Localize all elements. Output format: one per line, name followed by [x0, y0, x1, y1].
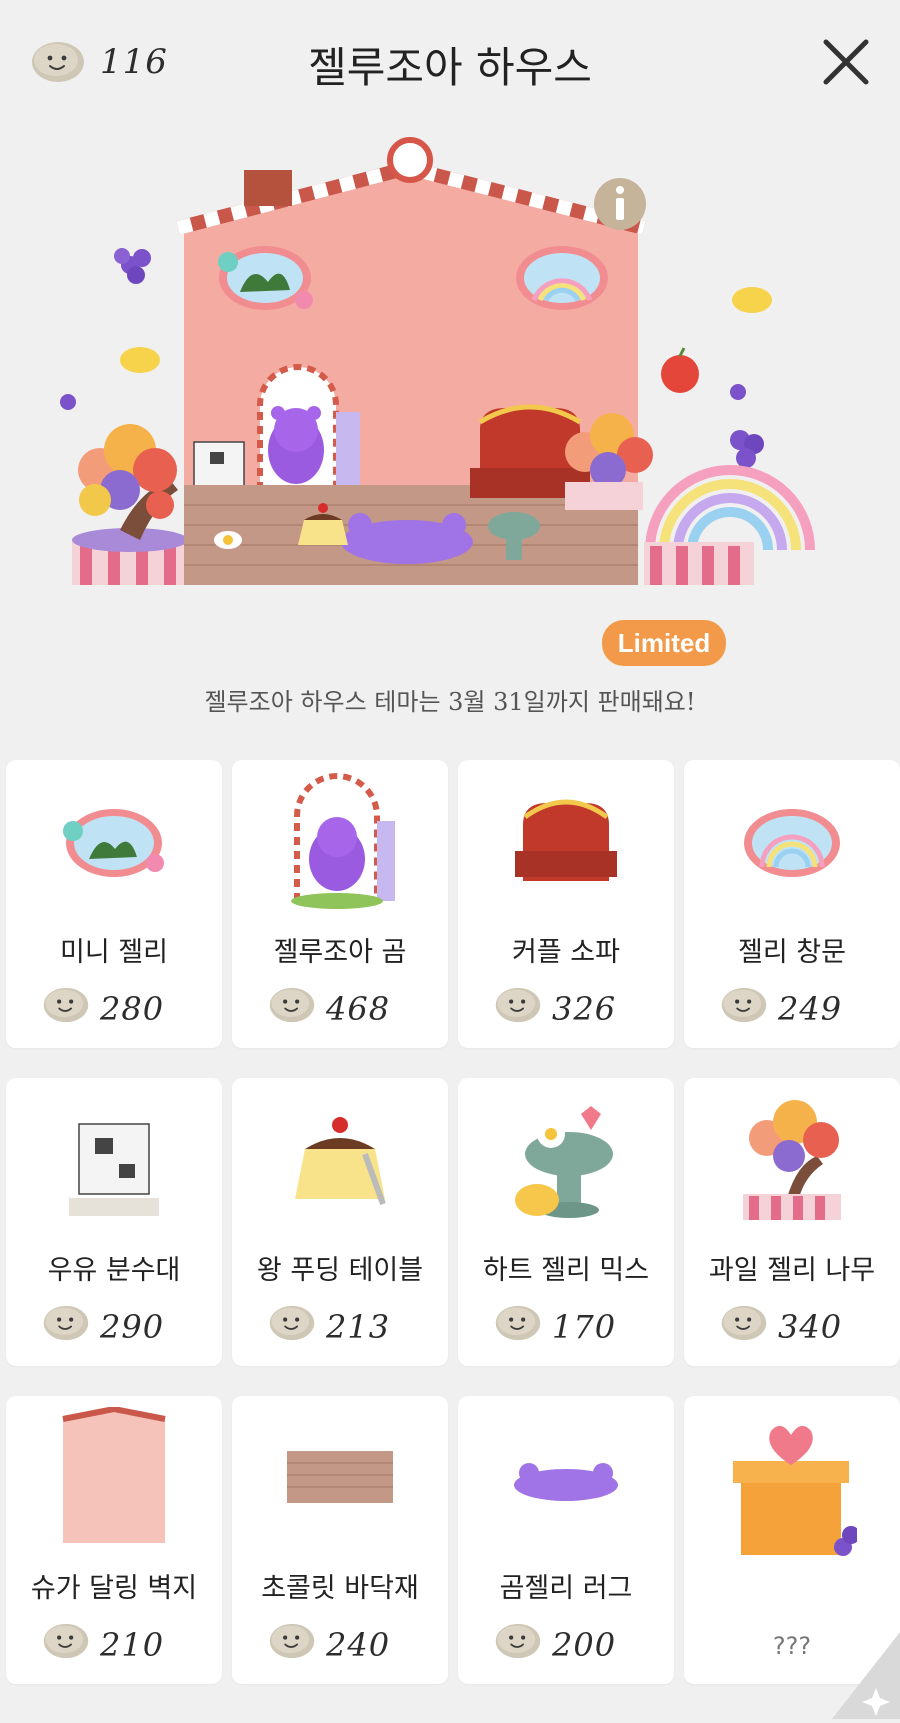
item-card-sugar-darling-wallpaper[interactable]: 슈가 달링 벽지 210: [6, 1396, 222, 1684]
jelly-coin-icon: [494, 1304, 550, 1348]
price-value: 326: [552, 990, 617, 1028]
price-value: 210: [100, 1626, 165, 1664]
jelly-coin-icon: [42, 1622, 98, 1666]
price-value: 200: [552, 1626, 617, 1664]
item-name: 하트 젤리 믹스: [482, 1255, 650, 1286]
header: 116 젤루조아 하우스: [0, 0, 900, 120]
item-name: 초콜릿 바닥재: [261, 1573, 419, 1604]
price-value: 280: [100, 990, 165, 1028]
item-card-heart-jelly-mix[interactable]: 하트 젤리 믹스 170: [458, 1078, 674, 1366]
right-window-illustration: [516, 246, 608, 310]
jelly-bear-door-icon: [232, 766, 448, 916]
item-name: 슈가 달링 벽지: [30, 1573, 198, 1604]
item-card-couple-sofa[interactable]: 커플 소파 326: [458, 760, 674, 1048]
item-name: 곰젤리 러그: [499, 1573, 633, 1604]
close-icon: [823, 39, 869, 85]
item-card-mini-jelly[interactable]: 미니 젤리 280: [6, 760, 222, 1048]
item-card-pudding-table[interactable]: 왕 푸딩 테이블 213: [232, 1078, 448, 1366]
rainbow-illustration: [645, 465, 815, 551]
price-value: 240: [326, 1626, 391, 1664]
item-name: 젤루조아 곰: [273, 937, 407, 968]
item-name: 젤리 창문: [738, 937, 846, 968]
price-value: 249: [778, 990, 843, 1028]
jelly-coin-icon: [720, 986, 776, 1030]
price-value: 290: [100, 1308, 165, 1346]
limited-badge: Limited: [602, 620, 726, 666]
sugar-darling-wallpaper-icon: [6, 1402, 222, 1552]
jelly-coin-icon: [494, 1622, 550, 1666]
jelly-coin-icon: [268, 1304, 324, 1348]
jelly-coin-icon: [42, 1304, 98, 1348]
jelly-coin-icon: [720, 1304, 776, 1348]
close-button[interactable]: [818, 34, 874, 90]
item-card-milk-fountain[interactable]: 우유 분수대 290: [6, 1078, 222, 1366]
fruit-jelly-tree-icon: [684, 1084, 900, 1234]
bear-jelly-rug-icon: [458, 1402, 674, 1552]
item-card-bear-jelly-rug[interactable]: 곰젤리 러그 200: [458, 1396, 674, 1684]
item-name: 우유 분수대: [47, 1255, 181, 1286]
item-card-jelly-bear[interactable]: 젤루조아 곰 468: [232, 760, 448, 1048]
page-title: 젤루조아 하우스: [308, 43, 592, 92]
left-planter-illustration: [72, 424, 192, 585]
chocolate-floor-icon: [232, 1402, 448, 1552]
couple-sofa-icon: [458, 766, 674, 916]
milk-fountain-icon: [6, 1084, 222, 1234]
sparkle-corner-icon[interactable]: [832, 1618, 900, 1719]
item-card-chocolate-floor[interactable]: 초콜릿 바닥재 240: [232, 1396, 448, 1684]
jelly-coin-icon: [268, 1622, 324, 1666]
jelly-coin-icon: [268, 986, 324, 1030]
item-card-jelly-window[interactable]: 젤리 창문 249: [684, 760, 900, 1048]
item-card-fruit-jelly-tree[interactable]: 과일 젤리 나무 340: [684, 1078, 900, 1366]
mini-jelly-window-icon: [6, 766, 222, 916]
price-value: 468: [326, 990, 391, 1028]
pudding-table-icon: [232, 1084, 448, 1234]
item-name: 과일 젤리 나무: [708, 1255, 876, 1286]
mystery-gift-box-icon: [684, 1416, 900, 1566]
jelly-window-icon: [684, 766, 900, 916]
sale-notice: 젤루조아 하우스 테마는 3월 31일까지 판매돼요!: [204, 688, 696, 716]
jelly-coin-icon: [42, 986, 98, 1030]
item-name: 미니 젤리: [60, 937, 168, 968]
house-preview: [60, 130, 840, 660]
price-value: 170: [552, 1308, 617, 1346]
item-name: 왕 푸딩 테이블: [256, 1255, 424, 1286]
item-name: 커플 소파: [512, 937, 620, 968]
jelly-coin-icon: [494, 986, 550, 1030]
price-value: 213: [326, 1308, 391, 1346]
price-value: 340: [778, 1308, 843, 1346]
heart-jelly-mix-icon: [458, 1084, 674, 1234]
info-icon: [594, 178, 646, 230]
